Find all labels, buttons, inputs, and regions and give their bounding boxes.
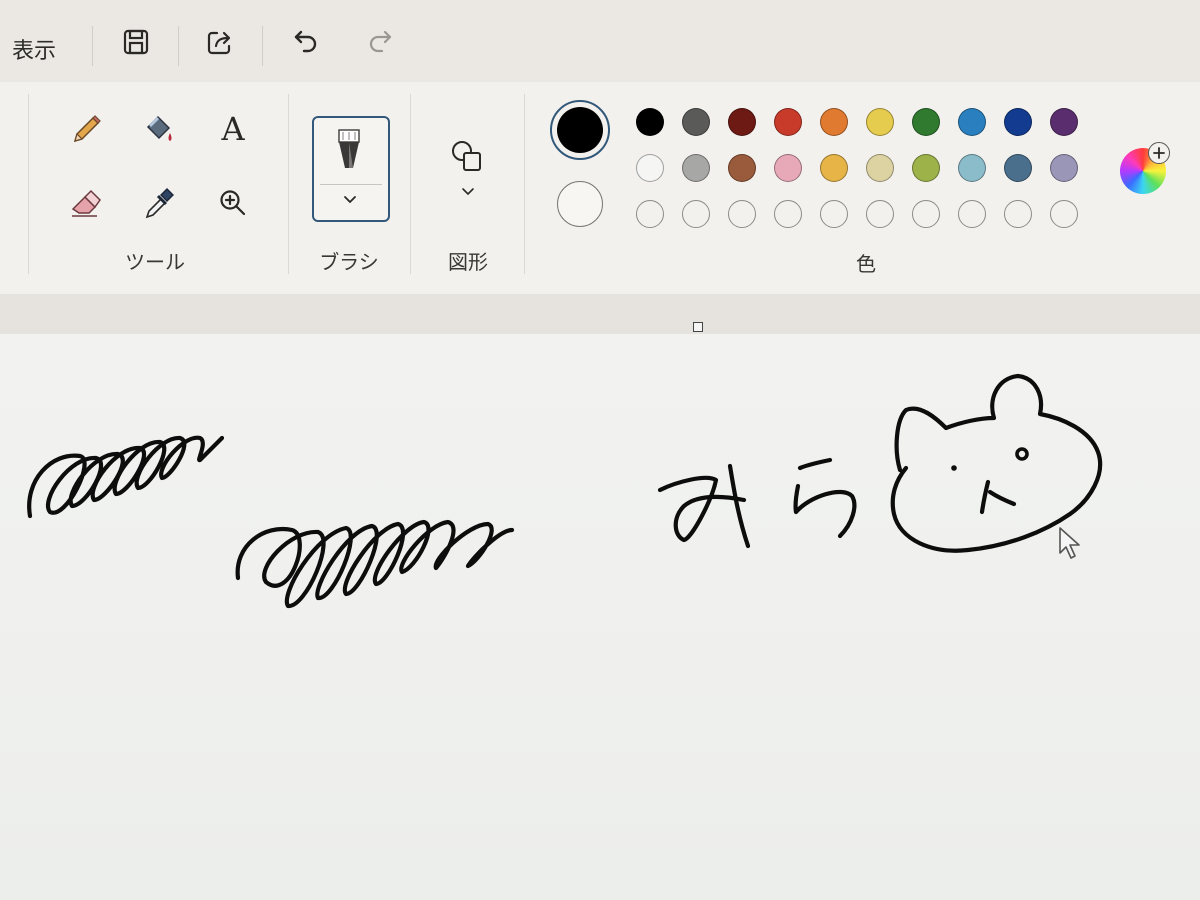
chevron-down-icon — [344, 196, 356, 204]
share-button[interactable] — [200, 22, 240, 62]
ribbon-divider — [410, 94, 411, 274]
text-tool[interactable]: A — [210, 106, 256, 152]
text-icon: A — [221, 110, 245, 148]
bear-nose — [979, 479, 1017, 515]
shapes-button[interactable] — [444, 134, 490, 180]
palette-swatch[interactable] — [820, 108, 848, 136]
tools-group-label: ツール — [125, 250, 185, 274]
secondary-color-swatch[interactable] — [557, 181, 603, 227]
pencil-icon — [73, 115, 101, 143]
palette-swatch[interactable] — [636, 108, 664, 136]
palette-swatch[interactable] — [682, 154, 710, 182]
scribble-stroke — [235, 519, 515, 609]
save-icon — [123, 29, 149, 55]
brushes-group-label: ブラシ — [319, 250, 379, 274]
bear-eye — [1015, 447, 1029, 461]
custom-color-slot[interactable] — [866, 200, 894, 228]
palette-swatch[interactable] — [682, 108, 710, 136]
palette-swatch[interactable] — [774, 108, 802, 136]
mouse-cursor-icon — [1059, 527, 1080, 559]
palette-swatch[interactable] — [1050, 154, 1078, 182]
custom-color-slot[interactable] — [774, 200, 802, 228]
ribbon-divider — [28, 94, 29, 274]
custom-color-slot[interactable] — [820, 200, 848, 228]
ribbon-divider — [524, 94, 525, 274]
brush-icon — [338, 129, 360, 168]
brush-divider — [320, 184, 382, 185]
palette-swatch[interactable] — [958, 108, 986, 136]
share-icon — [207, 31, 231, 55]
undo-icon — [294, 30, 317, 53]
pencil-tool[interactable] — [62, 106, 108, 152]
shapes-group-label: 図形 — [448, 250, 488, 274]
palette-swatch[interactable] — [866, 108, 894, 136]
custom-color-slot[interactable] — [912, 200, 940, 228]
undo-button[interactable] — [286, 22, 326, 62]
toolbar-divider — [92, 26, 93, 66]
shapes-icon — [452, 141, 481, 171]
palette-swatch[interactable] — [912, 108, 940, 136]
hiragana-mi-stroke — [657, 463, 751, 549]
canvas-margin — [0, 294, 1200, 334]
toolbar-divider — [262, 26, 263, 66]
eyedropper-icon — [145, 188, 174, 219]
paint-bucket-icon — [146, 115, 172, 141]
bear-face-stroke — [890, 373, 1103, 553]
chevron-down-icon[interactable] — [461, 187, 475, 197]
custom-color-slot[interactable] — [636, 200, 664, 228]
custom-color-slot[interactable] — [1004, 200, 1032, 228]
primary-color-swatch[interactable] — [550, 100, 610, 160]
palette-swatch[interactable] — [728, 154, 756, 182]
add-color-icon[interactable] — [1148, 142, 1170, 164]
palette-swatch[interactable] — [1004, 108, 1032, 136]
eraser-icon — [71, 189, 101, 217]
scribble-stroke — [27, 435, 225, 519]
colors-group-label: 色 — [856, 252, 876, 276]
palette-swatch[interactable] — [820, 154, 848, 182]
bear-eye — [951, 465, 957, 471]
redo-icon — [369, 30, 392, 53]
palette-swatch[interactable] — [636, 154, 664, 182]
palette-swatch[interactable] — [1050, 108, 1078, 136]
magnifier-tool[interactable] — [210, 180, 256, 226]
palette-swatch[interactable] — [1004, 154, 1032, 182]
save-button[interactable] — [116, 22, 156, 62]
palette-swatch[interactable] — [958, 154, 986, 182]
palette-swatch[interactable] — [912, 154, 940, 182]
palette-swatch[interactable] — [728, 108, 756, 136]
custom-color-slot[interactable] — [682, 200, 710, 228]
primary-color-fill — [557, 107, 603, 153]
palette-swatch[interactable] — [774, 154, 802, 182]
custom-color-slot[interactable] — [958, 200, 986, 228]
ribbon-divider — [288, 94, 289, 274]
redo-button[interactable] — [360, 22, 400, 62]
toolbar-divider — [178, 26, 179, 66]
command-bar: 表示 — [0, 0, 1200, 82]
custom-color-slot[interactable] — [728, 200, 756, 228]
color-picker-tool[interactable] — [136, 180, 182, 226]
drawing-canvas[interactable] — [0, 334, 1200, 900]
palette-swatch[interactable] — [866, 154, 894, 182]
fill-tool[interactable] — [136, 106, 182, 152]
zoom-icon — [220, 190, 246, 216]
canvas-resize-handle[interactable] — [693, 322, 703, 332]
brushes-button[interactable] — [312, 116, 390, 222]
view-menu[interactable]: 表示 — [12, 33, 56, 65]
eraser-tool[interactable] — [62, 180, 108, 226]
hiragana-ra-stroke — [793, 457, 857, 539]
custom-color-slot[interactable] — [1050, 200, 1078, 228]
